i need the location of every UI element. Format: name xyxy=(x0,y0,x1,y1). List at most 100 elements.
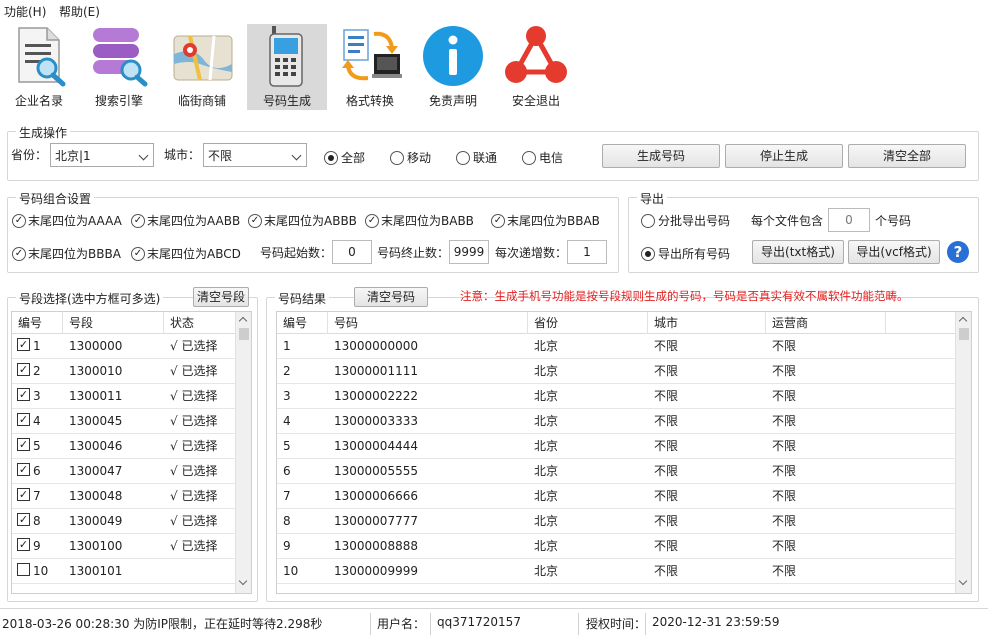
table-row[interactable]: 3 13000002222 北京 不限 不限 xyxy=(277,384,956,409)
table-row[interactable]: 8 13000007777 北京 不限 不限 xyxy=(277,509,956,534)
column-header[interactable]: 运营商 xyxy=(766,312,886,334)
result-no: 5 xyxy=(283,439,291,453)
result-carrier: 不限 xyxy=(772,339,797,353)
segment-value: 1300049 xyxy=(69,514,123,528)
combo-option-babb[interactable]: ✓ 末尾四位为BABB xyxy=(365,212,474,229)
result-no: 2 xyxy=(283,364,291,378)
column-header[interactable]: 号码 xyxy=(328,312,528,334)
carrier-radio-mobile[interactable]: 移动 xyxy=(390,149,431,166)
help-icon[interactable]: ? xyxy=(946,240,970,264)
segment-status: √ 已选择 xyxy=(170,364,218,378)
table-row[interactable]: 5 13000004444 北京 不限 不限 xyxy=(277,434,956,459)
stop-button[interactable]: 停止生成 xyxy=(725,144,843,168)
table-row[interactable]: ✓ 4 1300045 √ 已选择 xyxy=(12,409,236,434)
results-notice: 注意：生成手机号功能是按号段规则生成的号码，号码是否真实有效不属软件功能范畴。 xyxy=(460,289,909,303)
database-search-icon xyxy=(93,28,148,87)
exit-network-icon xyxy=(505,26,567,83)
clear-all-button[interactable]: 清空全部 xyxy=(848,144,966,168)
table-row[interactable]: 4 13000003333 北京 不限 不限 xyxy=(277,409,956,434)
table-row[interactable]: ✓ 5 1300046 √ 已选择 xyxy=(12,434,236,459)
table-row[interactable]: 10 1300101 xyxy=(12,559,236,584)
table-row[interactable]: 2 13000001111 北京 不限 不限 xyxy=(277,359,956,384)
table-row[interactable]: 7 13000006666 北京 不限 不限 xyxy=(277,484,956,509)
segment-no: 9 xyxy=(33,539,41,553)
table-row[interactable]: ✓ 9 1300100 √ 已选择 xyxy=(12,534,236,559)
carrier-radio-telecom[interactable]: 电信 xyxy=(522,149,563,166)
toolbar-format-convert-button[interactable]: 格式转换 xyxy=(331,24,409,110)
menu-help[interactable]: 帮助(E) xyxy=(59,3,100,20)
combo-option-abbb[interactable]: ✓ 末尾四位为ABBB xyxy=(248,212,357,229)
result-city: 不限 xyxy=(654,514,679,528)
clear-numbers-button[interactable]: 清空号码 xyxy=(354,287,428,307)
check-circle-icon: ✓ xyxy=(12,246,26,261)
option-label: 末尾四位为ABBB xyxy=(264,214,357,228)
results-scrollbar[interactable] xyxy=(955,312,971,593)
combo-option-abcd[interactable]: ✓ 末尾四位为ABCD xyxy=(131,245,241,262)
toolbar-safe-exit-button[interactable]: 安全退出 xyxy=(497,24,575,110)
export-txt-button[interactable]: 导出(txt格式) xyxy=(752,240,844,264)
toolbar-company-directory-button[interactable]: 企业名录 xyxy=(0,24,78,110)
result-number: 13000006666 xyxy=(334,489,418,503)
province-select[interactable]: 北京|1 xyxy=(50,143,154,167)
segment-value: 1300047 xyxy=(69,464,123,478)
chevron-up-icon[interactable] xyxy=(238,316,248,326)
user-value: qq371720157 xyxy=(437,615,521,629)
table-row[interactable]: 1 13000000000 北京 不限 不限 xyxy=(277,334,956,359)
step-input[interactable]: 1 xyxy=(567,240,607,264)
table-row[interactable]: ✓ 7 1300048 √ 已选择 xyxy=(12,484,236,509)
segment-group-title: 号段选择(选中方框可多选) xyxy=(16,290,164,307)
toolbar-search-engine-button[interactable]: 搜索引擎 xyxy=(80,24,158,110)
city-select[interactable]: 不限 xyxy=(203,143,307,167)
radio-dot xyxy=(390,150,404,165)
export-vcf-button[interactable]: 导出(vcf格式) xyxy=(848,240,940,264)
chevron-down-icon[interactable] xyxy=(958,576,968,586)
combo-option-bbab[interactable]: ✓ 末尾四位为BBAB xyxy=(491,212,600,229)
carrier-radio-unicom[interactable]: 联通 xyxy=(456,149,497,166)
table-row[interactable]: ✓ 8 1300049 √ 已选择 xyxy=(12,509,236,534)
toolbar-label: 格式转换 xyxy=(345,94,394,108)
start-number-input[interactable]: 0 xyxy=(332,240,372,264)
chevron-up-icon[interactable] xyxy=(958,316,968,326)
scroll-thumb[interactable] xyxy=(239,328,249,340)
column-header[interactable]: 城市 xyxy=(648,312,766,334)
result-no: 1 xyxy=(283,339,291,353)
option-label: 末尾四位为BBBA xyxy=(28,247,121,261)
scroll-thumb[interactable] xyxy=(959,328,969,340)
carrier-radio-all[interactable]: 全部 xyxy=(324,149,365,166)
table-row[interactable]: ✓ 6 1300047 √ 已选择 xyxy=(12,459,236,484)
column-header[interactable]: 省份 xyxy=(528,312,648,334)
table-row[interactable]: ✓ 2 1300010 √ 已选择 xyxy=(12,359,236,384)
table-row[interactable]: 6 13000005555 北京 不限 不限 xyxy=(277,459,956,484)
table-row[interactable]: ✓ 1 1300000 √ 已选择 xyxy=(12,334,236,359)
toolbar-number-generate-button[interactable]: 号码生成 xyxy=(247,24,327,110)
chevron-down-icon[interactable] xyxy=(238,576,248,586)
toolbar-disclaimer-button[interactable]: 免责声明 xyxy=(414,24,492,110)
info-icon xyxy=(423,26,483,86)
menu-function[interactable]: 功能(H) xyxy=(4,3,46,20)
table-row[interactable]: 9 13000008888 北京 不限 不限 xyxy=(277,534,956,559)
combo-group-title: 号码组合设置 xyxy=(16,190,95,207)
combo-option-bbba[interactable]: ✓ 末尾四位为BBBA xyxy=(12,245,121,262)
generate-button[interactable]: 生成号码 xyxy=(602,144,720,168)
export-all-radio[interactable]: 导出所有号码 xyxy=(641,245,730,262)
radio-dot xyxy=(641,213,655,228)
column-header[interactable]: 编号 xyxy=(12,312,63,334)
per-file-label: 每个文件包含 xyxy=(751,214,824,228)
clear-segments-button[interactable]: 清空号段 xyxy=(193,287,249,307)
end-number-input[interactable]: 9999 xyxy=(449,240,489,264)
toolbar-street-shops-button[interactable]: 临街商铺 xyxy=(163,24,241,110)
column-header[interactable]: 状态 xyxy=(164,312,236,334)
per-file-input[interactable]: 0 xyxy=(828,208,870,232)
start-number-label: 号码起始数： xyxy=(260,246,333,260)
export-batch-radio[interactable]: 分批导出号码 xyxy=(641,212,730,229)
result-province: 北京 xyxy=(534,364,559,378)
segment-scrollbar[interactable] xyxy=(235,312,251,593)
column-header[interactable]: 号段 xyxy=(63,312,164,334)
results-group-title: 号码结果 xyxy=(275,290,330,307)
result-number: 13000008888 xyxy=(334,539,418,553)
combo-option-aabb[interactable]: ✓ 末尾四位为AABB xyxy=(131,212,240,229)
column-header[interactable]: 编号 xyxy=(277,312,328,334)
table-row[interactable]: ✓ 3 1300011 √ 已选择 xyxy=(12,384,236,409)
table-row[interactable]: 10 13000009999 北京 不限 不限 xyxy=(277,559,956,584)
combo-option-aaaa[interactable]: ✓ 末尾四位为AAAA xyxy=(12,212,122,229)
